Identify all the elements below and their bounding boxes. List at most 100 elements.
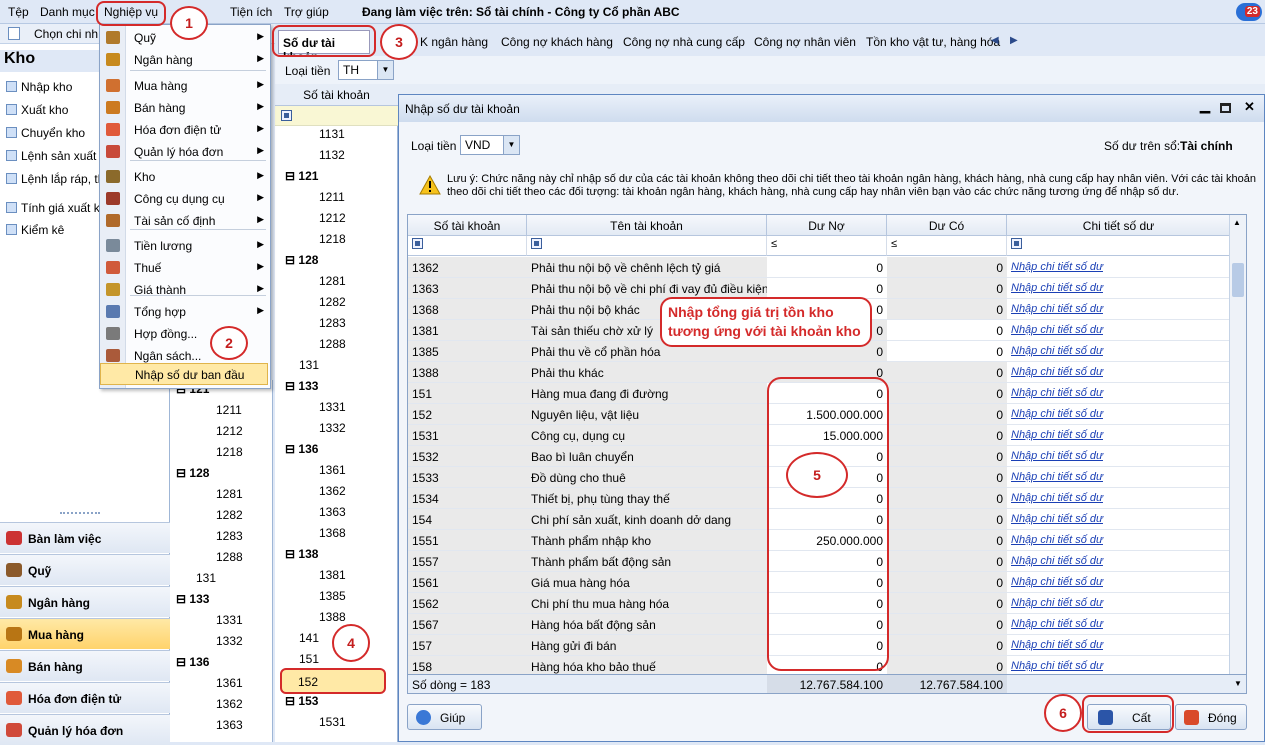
menu-item-8[interactable]: Tài sản cố định ▶ <box>100 210 270 232</box>
cell-du-co[interactable]: 0 <box>887 593 1007 613</box>
chon-chi-nhanh-button[interactable]: Chọn chi nh <box>34 27 98 41</box>
menu-item-3[interactable]: Bán hàng ▶ <box>100 97 270 119</box>
menu-item-4[interactable]: Hóa đơn điện tử ▶ <box>100 119 270 141</box>
sidebar-item-lenh-san-xuat[interactable]: Lệnh sản xuất <box>6 149 96 169</box>
tree-node[interactable]: 1361 <box>319 463 346 484</box>
tree-node[interactable]: 1368 <box>319 526 346 547</box>
cell-du-co[interactable]: 0 <box>887 530 1007 550</box>
collapse-icon[interactable]: ⊟ <box>285 169 298 183</box>
tab-scroll-left-icon[interactable]: ◀ <box>991 35 999 46</box>
tree-node[interactable]: 1363 <box>319 505 346 526</box>
col-chi-tiet[interactable]: Chi tiết số dư <box>1007 215 1231 236</box>
sidebar-item-chuyen-kho[interactable]: Chuyển kho <box>6 126 85 146</box>
tab-ngan-hang[interactable]: K ngân hàng <box>420 35 488 49</box>
col-so-tai-khoan[interactable]: Số tài khoản <box>408 215 527 236</box>
tree-node[interactable]: 131 <box>196 571 216 592</box>
tab-cong-no-nhan-vien[interactable]: Công nợ nhân viên <box>754 35 856 49</box>
scroll-thumb[interactable] <box>1232 263 1244 297</box>
close-button[interactable]: Đóng <box>1175 704 1247 730</box>
tree-node[interactable]: 1332 <box>319 421 346 442</box>
tree-node[interactable]: ⊟ 138 <box>285 547 318 568</box>
collapse-icon[interactable]: ⊟ <box>285 379 298 393</box>
menu-item-2[interactable]: Mua hàng ▶ <box>100 75 270 97</box>
splitter-handle[interactable] <box>60 512 100 516</box>
tree-node[interactable]: 1283 <box>216 529 243 550</box>
sidebar-item-tinh-gia[interactable]: Tính giá xuất kh <box>6 201 106 221</box>
tree-node[interactable]: 1331 <box>319 400 346 421</box>
tab-scroll-right-icon[interactable]: ▶ <box>1010 35 1018 46</box>
menu-tien-ich[interactable]: Tiện ích <box>230 5 272 19</box>
notification-badge[interactable]: 23 <box>1236 3 1262 21</box>
cell-du-co[interactable]: 0 <box>887 446 1007 466</box>
cell-detail-link[interactable]: Nhập chi tiết số dư <box>1007 467 1231 487</box>
tree-node[interactable]: 1212 <box>319 211 346 232</box>
menu-danh-muc[interactable]: Danh mục <box>40 5 95 19</box>
sidebar-item-nhap-kho[interactable]: Nhập kho <box>6 80 72 100</box>
cell-detail-link[interactable]: Nhập chi tiết số dư <box>1007 593 1231 613</box>
cell-detail-link[interactable]: Nhập chi tiết số dư <box>1007 530 1231 550</box>
tree-node[interactable]: 1131 <box>319 127 345 148</box>
cell-du-co[interactable]: 0 <box>887 341 1007 361</box>
nav-mua-hang[interactable]: Mua hàng <box>0 618 170 649</box>
cell-du-co[interactable]: 0 <box>887 572 1007 592</box>
menu-item-11[interactable]: Giá thành ▶ <box>100 279 270 301</box>
col-du-co[interactable]: Dư Có <box>887 215 1007 236</box>
maximize-icon[interactable] <box>1220 103 1231 113</box>
tree-node[interactable]: 1385 <box>319 589 346 610</box>
cell-detail-link[interactable]: Nhập chi tiết số dư <box>1007 446 1231 466</box>
cell-detail-link[interactable]: Nhập chi tiết số dư <box>1007 551 1231 571</box>
table-row[interactable]: 1362 Phải thu nội bộ về chênh lệch tỷ giá… <box>408 257 1230 278</box>
dlg-loai-tien-select[interactable]: VND ▼ <box>460 135 520 155</box>
cell-du-co[interactable]: 0 <box>887 635 1007 655</box>
tab-cong-no-khach-hang[interactable]: Công nợ khách hàng <box>501 35 613 49</box>
tree-node[interactable]: 1531 <box>319 715 346 736</box>
tab-cong-no-nha-cung-cap[interactable]: Công nợ nhà cung cấp <box>623 35 745 49</box>
menu-item-1[interactable]: Ngân hàng ▶ <box>100 49 270 71</box>
nav-quan-ly-hoa-don[interactable]: Quản lý hóa đơn <box>0 714 170 745</box>
cell-detail-link[interactable]: Nhập chi tiết số dư <box>1007 635 1231 655</box>
menu-tro-giup[interactable]: Trợ giúp <box>284 5 329 19</box>
tree-node[interactable]: ⊟ 128 <box>285 253 318 274</box>
cell-du-co[interactable]: 0 <box>887 278 1007 298</box>
tree-node[interactable]: 1282 <box>319 295 346 316</box>
tree-filter-row[interactable] <box>275 106 398 126</box>
cell-du-co[interactable]: 0 <box>887 488 1007 508</box>
cell-du-co[interactable]: 0 <box>887 614 1007 634</box>
collapse-icon[interactable]: ⊟ <box>285 547 298 561</box>
filter-name[interactable] <box>527 236 767 256</box>
tree-node[interactable]: 141 <box>299 631 319 652</box>
tree-node[interactable]: ⊟ 136 <box>285 442 318 463</box>
cell-du-co[interactable]: 0 <box>887 257 1007 277</box>
scroll-up-icon[interactable]: ▲ <box>1233 218 1241 227</box>
cell-du-co[interactable]: 0 <box>887 404 1007 424</box>
tree-node[interactable]: ⊟ 136 <box>176 655 209 676</box>
cell-detail-link[interactable]: Nhập chi tiết số dư <box>1007 257 1231 277</box>
nav-quy[interactable]: Quỹ <box>0 554 170 585</box>
cell-detail-link[interactable]: Nhập chi tiết số dư <box>1007 656 1231 676</box>
cell-du-co[interactable]: 0 <box>887 656 1007 676</box>
menu-item-7[interactable]: Công cụ dụng cụ ▶ <box>100 188 270 210</box>
cell-du-co[interactable]: 0 <box>887 383 1007 403</box>
tree-node[interactable]: 1361 <box>216 676 243 697</box>
scroll-down-icon[interactable]: ▼ <box>1234 679 1242 688</box>
tree-node[interactable]: 1363 <box>216 718 243 739</box>
cell-detail-link[interactable]: Nhập chi tiết số dư <box>1007 383 1231 403</box>
cell-du-co[interactable]: 0 <box>887 299 1007 319</box>
cell-detail-link[interactable]: Nhập chi tiết số dư <box>1007 614 1231 634</box>
filter-acc[interactable] <box>408 236 527 256</box>
nav-ban-lam-viec[interactable]: Bàn làm việc <box>0 522 170 553</box>
cell-du-co[interactable]: 0 <box>887 509 1007 529</box>
tree-node[interactable]: 1281 <box>319 274 346 295</box>
tree-node[interactable]: 1381 <box>319 568 346 589</box>
tree-node[interactable]: ⊟ 121 <box>285 169 318 190</box>
cell-du-co[interactable]: 0 <box>887 551 1007 571</box>
tree-node[interactable]: ⊟ 133 <box>176 592 209 613</box>
tree-node[interactable]: 1218 <box>319 232 346 253</box>
menu-item-15[interactable]: Nhập số dư ban đầu <box>100 363 268 385</box>
menu-item-9[interactable]: Tiền lương ▶ <box>100 235 270 257</box>
collapse-icon[interactable]: ⊟ <box>285 694 298 708</box>
minimize-icon[interactable]: ▁ <box>1200 98 1210 114</box>
cell-detail-link[interactable]: Nhập chi tiết số dư <box>1007 404 1231 424</box>
tab-ton-kho[interactable]: Tồn kho vật tư, hàng hóa <box>866 35 1000 49</box>
cell-detail-link[interactable]: Nhập chi tiết số dư <box>1007 509 1231 529</box>
